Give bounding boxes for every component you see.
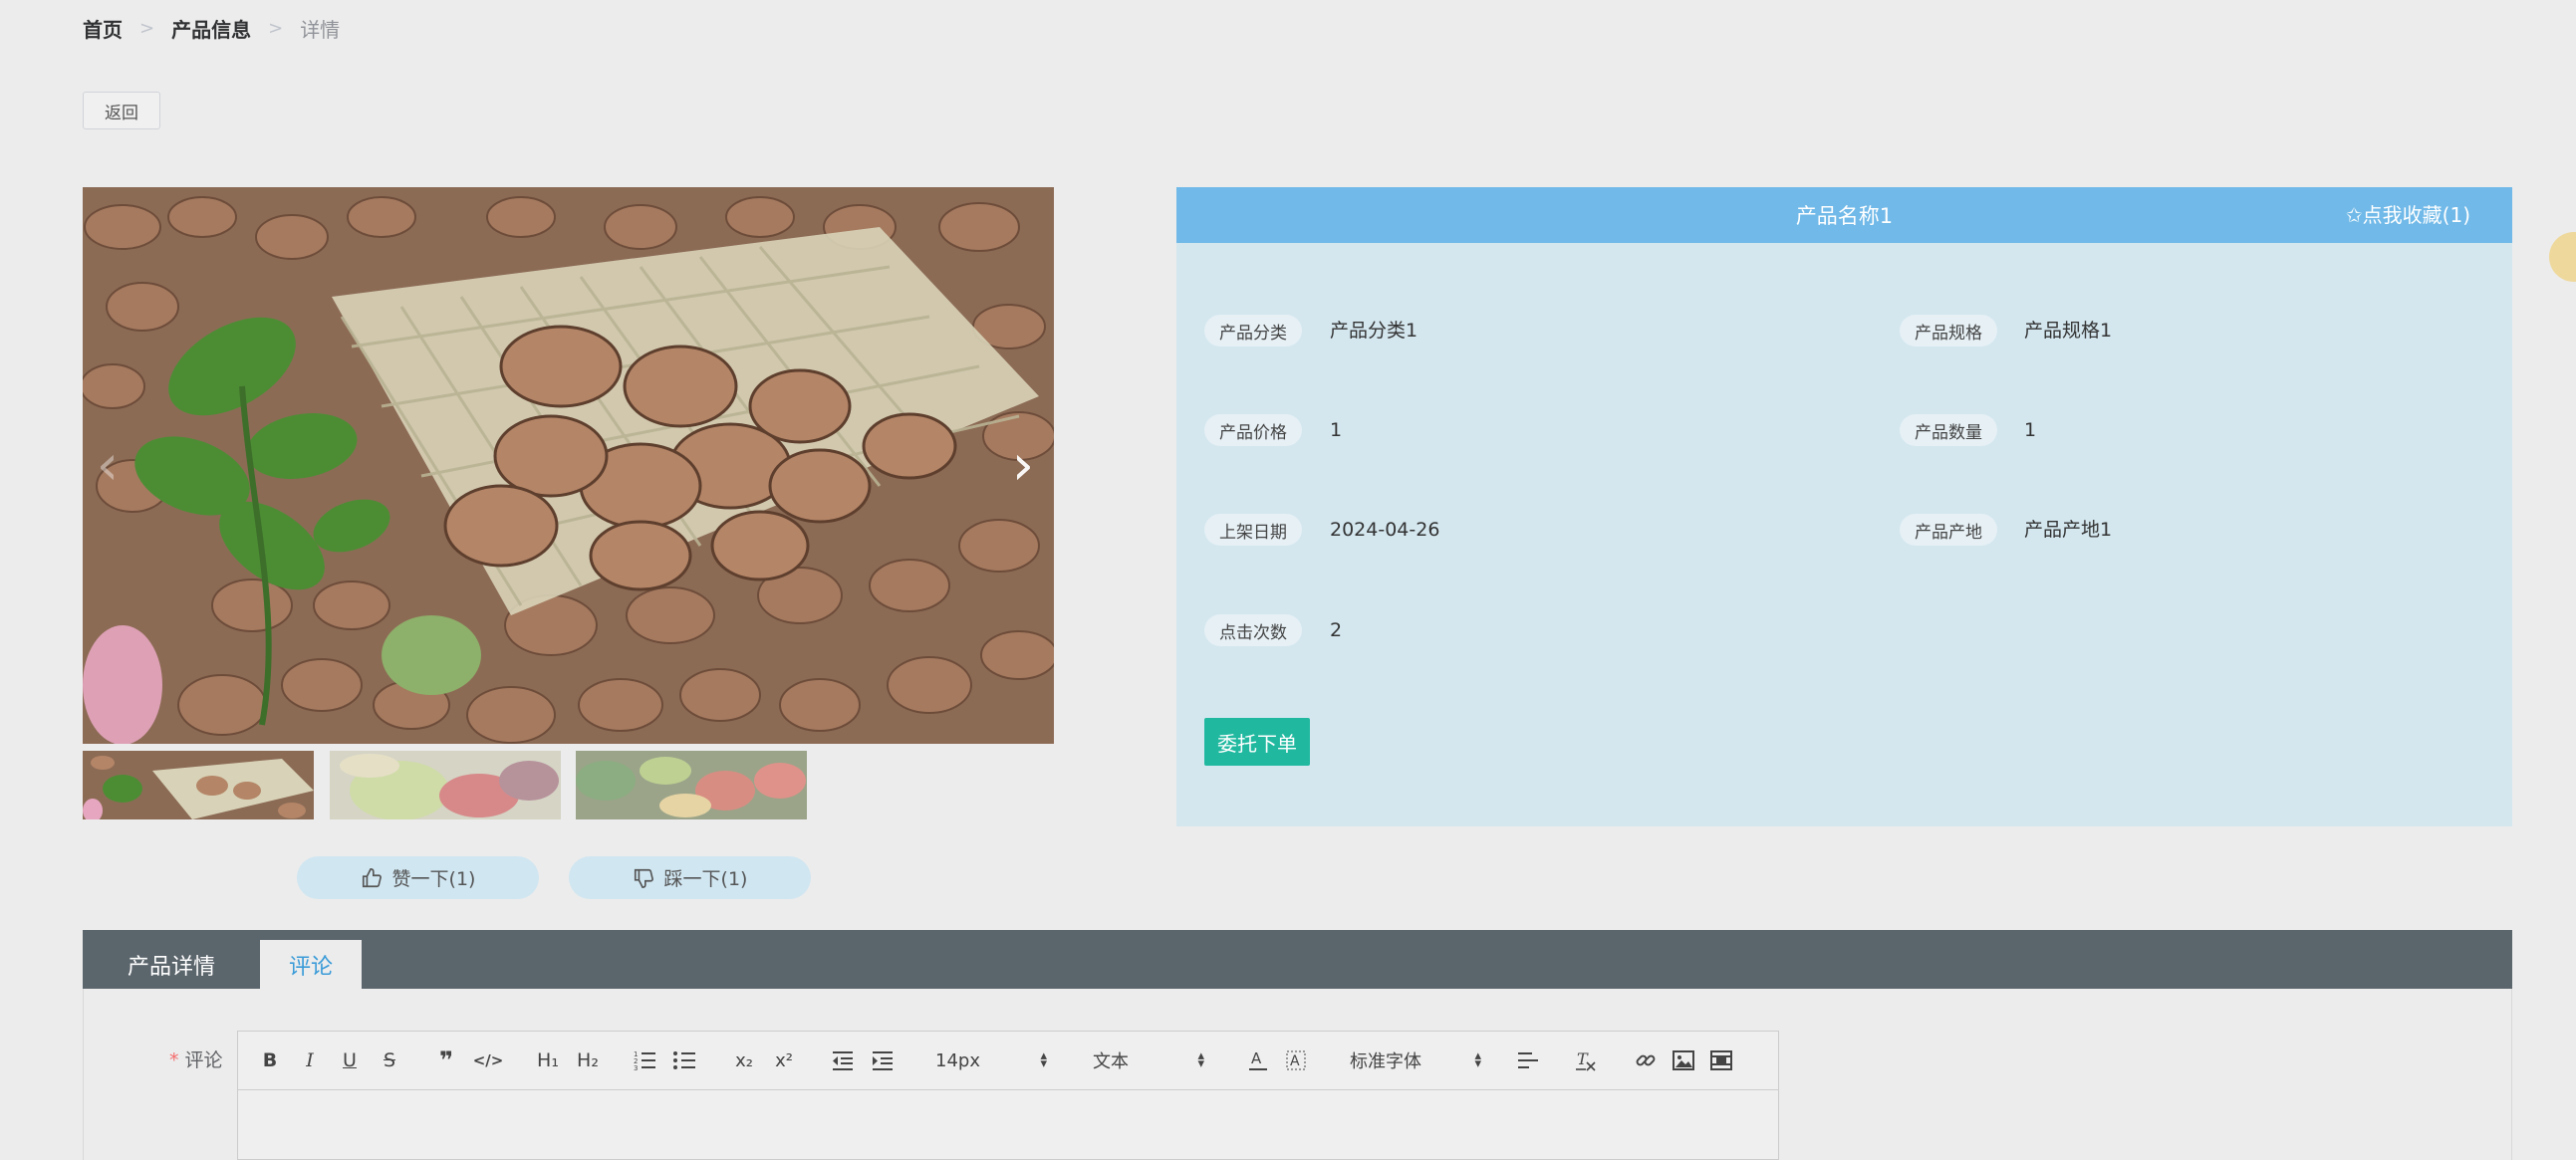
- product-name: 产品名称1: [1795, 204, 1894, 228]
- thumbnail-1[interactable]: [83, 751, 314, 819]
- favorite-button[interactable]: ✩点我收藏(1): [2346, 187, 2470, 243]
- caret-updown-icon: ▴ ▾: [1474, 1048, 1481, 1071]
- field-value-price: 1: [1330, 419, 1343, 441]
- field-value-spec: 产品规格1: [2024, 320, 2113, 342]
- product-info-header: 产品名称1 ✩点我收藏(1): [1176, 187, 2512, 243]
- tab-bar: 产品详情 评论: [83, 930, 2512, 989]
- bold-button[interactable]: B: [258, 1044, 282, 1076]
- thumbnail-3[interactable]: [576, 751, 807, 819]
- link-icon[interactable]: [1633, 1044, 1659, 1076]
- field-value-clicks: 2: [1330, 619, 1343, 641]
- font-color-icon[interactable]: A: [1246, 1044, 1270, 1076]
- font-family-select[interactable]: 标准字体 ▴ ▾: [1350, 1044, 1481, 1076]
- thumbnail-2[interactable]: [330, 751, 561, 819]
- field-label-category: 产品分类: [1204, 315, 1302, 347]
- field-value-quantity: 1: [2024, 419, 2037, 441]
- field-label-quantity: 产品数量: [1900, 414, 1997, 446]
- like-label: 赞一下(1): [391, 868, 476, 890]
- code-block-button[interactable]: </>: [473, 1044, 504, 1076]
- caret-updown-icon: ▴ ▾: [1197, 1048, 1204, 1071]
- header-value: 文本: [1093, 1051, 1129, 1072]
- outdent-icon[interactable]: [830, 1044, 856, 1076]
- required-mark: *: [169, 1049, 179, 1071]
- back-button[interactable]: 返回: [83, 92, 160, 129]
- heading-1-button[interactable]: H₁: [533, 1044, 563, 1076]
- blockquote-button[interactable]: ❞: [433, 1044, 459, 1076]
- font-size-select[interactable]: 14px ▴ ▾: [935, 1044, 1047, 1076]
- tab-product-details[interactable]: 产品详情: [83, 940, 260, 989]
- breadcrumb-section[interactable]: 产品信息: [171, 14, 251, 43]
- heading-2-button[interactable]: H₂: [573, 1044, 603, 1076]
- product-image-carousel[interactable]: ‹ ›: [83, 187, 1054, 744]
- field-label-origin: 产品产地: [1900, 514, 1997, 546]
- comment-editor: B I U S ❞ </> H₁ H₂ 123 x₂ x² 14px ▴ ▾ 文…: [237, 1031, 1779, 1160]
- tab-comments[interactable]: 评论: [260, 940, 362, 989]
- field-value-origin: 产品产地1: [2024, 519, 2113, 541]
- header-select[interactable]: 文本 ▴ ▾: [1093, 1044, 1204, 1076]
- field-label-spec: 产品规格: [1900, 315, 1997, 347]
- svg-text:T: T: [1577, 1049, 1589, 1068]
- breadcrumb-separator: >: [139, 18, 155, 39]
- place-order-button[interactable]: 委托下单: [1204, 718, 1310, 766]
- field-label-price: 产品价格: [1204, 414, 1302, 446]
- page: 首页 > 产品信息 > 详情 返回 ‹ › 赞一下(1) 踩一下(1) 产品名称…: [0, 0, 2576, 1160]
- ordered-list-icon[interactable]: 123: [631, 1044, 658, 1076]
- bullet-list-icon[interactable]: [670, 1044, 698, 1076]
- image-icon[interactable]: [1671, 1044, 1696, 1076]
- cursor-highlight: [2549, 232, 2576, 282]
- comment-label-text: 评论: [184, 1049, 223, 1071]
- field-label-listing-date: 上架日期: [1204, 514, 1302, 546]
- product-info-panel: 产品名称1 ✩点我收藏(1) 产品分类 产品分类1 产品规格 产品规格1 产品价…: [1176, 187, 2576, 826]
- align-icon[interactable]: [1515, 1044, 1541, 1076]
- video-icon[interactable]: [1708, 1044, 1734, 1076]
- underline-button[interactable]: U: [338, 1044, 362, 1076]
- field-label-clicks: 点击次数: [1204, 614, 1302, 646]
- thumbs-down-icon: [634, 868, 653, 888]
- breadcrumb-home[interactable]: 首页: [83, 14, 123, 43]
- background-color-icon[interactable]: A: [1284, 1044, 1308, 1076]
- dislike-label: 踩一下(1): [663, 868, 748, 890]
- carousel-next-icon[interactable]: ›: [998, 436, 1048, 496]
- dislike-button[interactable]: 踩一下(1): [569, 856, 811, 899]
- svg-text:A: A: [1251, 1049, 1262, 1067]
- field-value-category: 产品分类1: [1330, 320, 1418, 342]
- caret-updown-icon: ▴ ▾: [1040, 1048, 1047, 1071]
- breadcrumb-current: 详情: [300, 18, 341, 42]
- italic-button[interactable]: I: [298, 1044, 322, 1076]
- clear-format-icon[interactable]: T: [1573, 1044, 1599, 1076]
- comment-label: * 评论: [169, 1045, 223, 1072]
- editor-toolbar: B I U S ❞ </> H₁ H₂ 123 x₂ x² 14px ▴ ▾ 文…: [238, 1032, 1778, 1090]
- carousel-prev-icon[interactable]: ‹: [83, 436, 132, 496]
- breadcrumb-separator: >: [268, 18, 284, 39]
- strike-button[interactable]: S: [378, 1044, 401, 1076]
- breadcrumb: 首页 > 产品信息 > 详情: [83, 14, 340, 43]
- font-family-value: 标准字体: [1350, 1051, 1421, 1072]
- editor-content-area[interactable]: [238, 1090, 1778, 1160]
- font-size-value: 14px: [935, 1049, 980, 1071]
- svg-text:3: 3: [634, 1064, 638, 1070]
- thumbs-up-icon: [362, 867, 382, 887]
- indent-icon[interactable]: [870, 1044, 896, 1076]
- like-button[interactable]: 赞一下(1): [297, 856, 539, 899]
- field-value-listing-date: 2024-04-26: [1330, 519, 1440, 541]
- subscript-button[interactable]: x₂: [730, 1044, 758, 1076]
- superscript-button[interactable]: x²: [770, 1044, 798, 1076]
- svg-text:A: A: [1290, 1053, 1300, 1069]
- product-photo-beans: [83, 187, 1054, 744]
